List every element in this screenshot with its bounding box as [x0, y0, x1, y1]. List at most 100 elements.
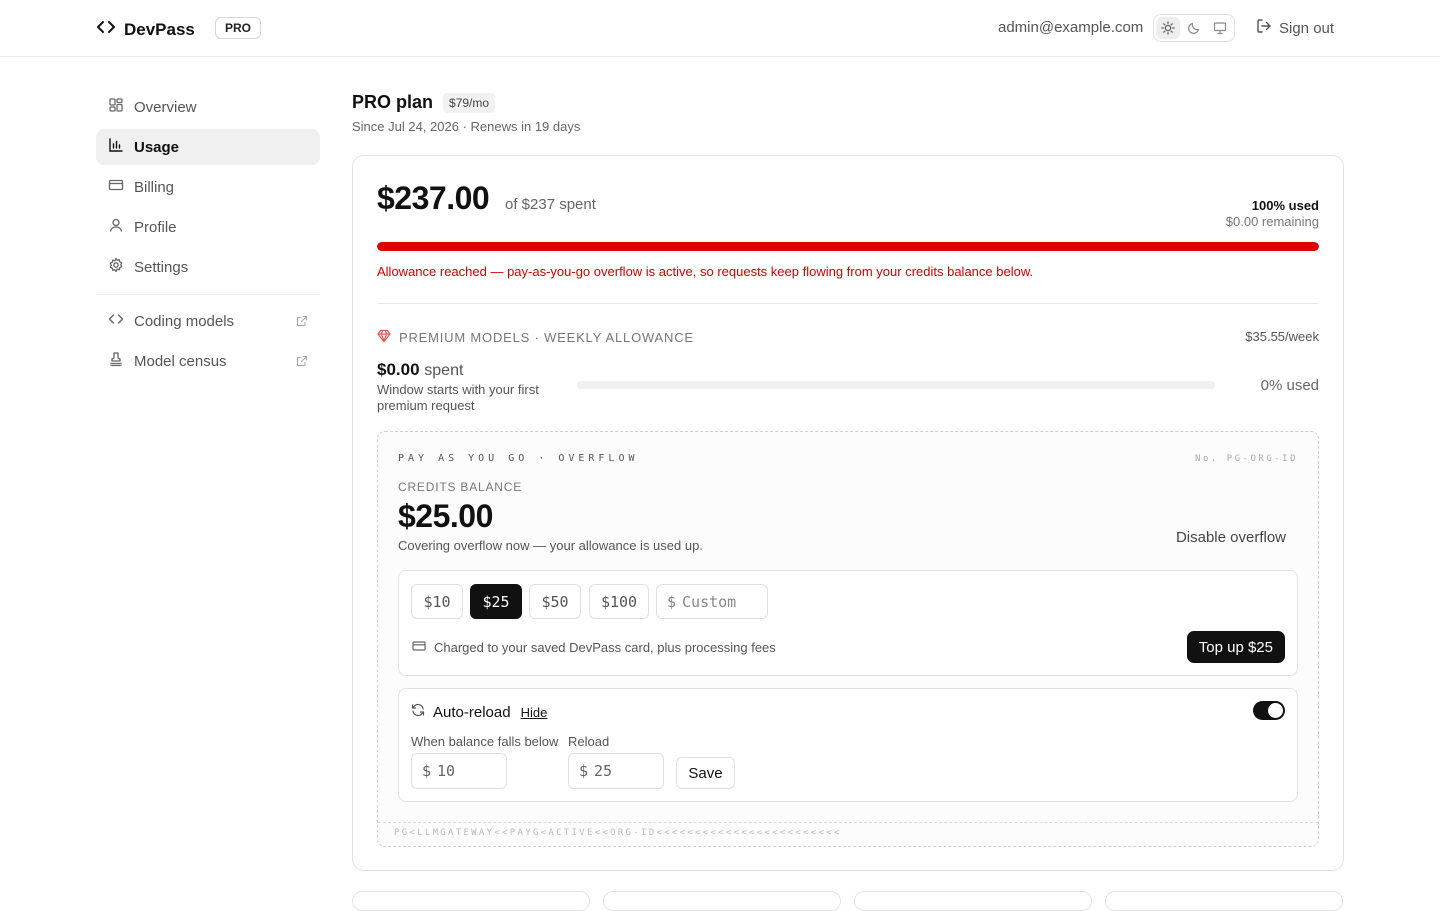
amount-option-100[interactable]: $100	[589, 584, 649, 619]
brand[interactable]: DevPass	[96, 17, 195, 42]
external-link-icon	[296, 314, 308, 331]
code-icon	[96, 17, 116, 42]
threshold-input[interactable]: $ 10	[411, 753, 507, 789]
log-out-icon	[1256, 18, 1272, 38]
auto-reload-panel: Auto-reload Hide When balance falls belo…	[398, 688, 1298, 802]
premium-progress-bar	[577, 381, 1215, 389]
save-button[interactable]: Save	[676, 757, 735, 789]
currency-prefix: $	[422, 762, 432, 780]
machine-readable-strip: PG<LLMGATEWAY<<PAYG<ACTIVE<<ORG-ID<<<<<<…	[378, 822, 1318, 846]
threshold-label: When balance falls below	[411, 734, 559, 749]
payg-heading: PAY AS YOU GO · OVERFLOW	[398, 453, 639, 464]
premium-spent: $0.00 spent	[377, 360, 463, 380]
external-link-icon	[296, 354, 308, 371]
hide-link[interactable]: Hide	[521, 705, 548, 720]
sidebar-item-usage[interactable]: Usage	[96, 129, 320, 165]
sidebar-item-label: Coding models	[134, 312, 235, 330]
top-up-panel: $10 $25 $50 $100 $ Custom Charged to you…	[398, 570, 1298, 676]
sidebar-item-label: Profile	[134, 218, 177, 236]
reload-amount-input[interactable]: $ 25	[568, 753, 664, 789]
sign-out-button[interactable]: Sign out	[1256, 18, 1334, 38]
charged-note-text: Charged to your saved DevPass card, plus…	[434, 640, 776, 655]
divider	[377, 303, 1319, 304]
brand-name: DevPass	[124, 19, 195, 39]
currency-prefix: $	[667, 592, 677, 611]
credits-balance-note: Covering overflow now — your allowance i…	[398, 538, 703, 553]
theme-switcher	[1153, 14, 1235, 42]
gear-icon	[108, 257, 124, 277]
reload-label: Reload	[568, 734, 610, 749]
usage-card: $237.00 of $237 spent 100% used $0.00 re…	[352, 155, 1344, 871]
premium-heading-label: PREMIUM MODELS · WEEKLY ALLOWANCE	[399, 330, 694, 345]
refresh-icon	[411, 703, 425, 721]
currency-prefix: $	[579, 762, 589, 780]
moon-icon[interactable]	[1182, 17, 1206, 39]
sidebar-item-billing[interactable]: Billing	[96, 169, 320, 205]
allowance-warning: Allowance reached — pay-as-you-go overfl…	[377, 264, 1034, 279]
stat-card	[854, 891, 1092, 911]
toggle-knob	[1268, 703, 1283, 718]
auto-reload-toggle[interactable]	[1253, 701, 1285, 720]
premium-used-percent: 0% used	[1260, 377, 1319, 394]
used-percent: 100% used	[1251, 198, 1319, 213]
sidebar-item-label: Overview	[134, 98, 197, 116]
code-icon	[108, 311, 124, 331]
sidebar-item-coding-models[interactable]: Coding models	[96, 303, 320, 339]
premium-spent-word: spent	[424, 362, 464, 379]
stamp-icon	[108, 351, 124, 371]
user-icon	[108, 217, 124, 237]
sidebar-item-label: Settings	[134, 258, 189, 276]
page-title: PRO plan	[352, 92, 434, 112]
premium-heading: PREMIUM MODELS · WEEKLY ALLOWANCE	[377, 329, 694, 346]
sun-icon[interactable]	[1156, 17, 1180, 39]
plan-badge: PRO	[215, 17, 262, 39]
remaining-amount: $0.00 remaining	[1225, 214, 1319, 229]
stat-card	[352, 891, 590, 911]
sidebar-item-label: Billing	[134, 178, 175, 196]
sidebar-item-label: Usage	[134, 138, 180, 156]
top-up-button[interactable]: Top up $25	[1186, 631, 1285, 663]
premium-note: Window starts with your first premium re…	[377, 382, 539, 413]
sidebar-item-model-census[interactable]: Model census	[96, 343, 320, 379]
payg-number: No. PG-ORG-ID	[1195, 454, 1298, 464]
spent-of-label: of $237 spent	[505, 196, 596, 213]
monitor-icon[interactable]	[1208, 17, 1232, 39]
custom-amount-placeholder: Custom	[682, 592, 737, 611]
sidebar-divider	[96, 294, 320, 295]
auto-reload-title: Auto-reload	[433, 703, 511, 721]
plan-subtitle: Since Jul 24, 2026 · Renews in 19 days	[352, 119, 581, 134]
credit-card-icon	[108, 177, 124, 197]
account-email: admin@example.com	[998, 19, 1144, 36]
custom-amount-input[interactable]: $ Custom	[656, 584, 768, 619]
premium-spent-value: $0.00	[377, 360, 420, 379]
sidebar-item-settings[interactable]: Settings	[96, 249, 320, 285]
credits-balance-amount: $25.00	[398, 498, 493, 534]
stat-card	[1105, 891, 1343, 911]
sidebar-item-label: Model census	[134, 352, 227, 370]
stat-card	[603, 891, 841, 911]
charged-note: Charged to your saved DevPass card, plus…	[412, 639, 776, 656]
auto-reload-header: Auto-reload Hide	[411, 703, 547, 721]
amount-option-25[interactable]: $25	[470, 584, 522, 619]
amount-option-50[interactable]: $50	[529, 584, 581, 619]
bar-chart-icon	[108, 137, 124, 157]
sidebar-item-overview[interactable]: Overview	[96, 89, 320, 125]
sidebar: Overview Usage Billing Profile Settings …	[96, 89, 320, 383]
threshold-value: 10	[437, 762, 456, 780]
sign-out-label: Sign out	[1279, 19, 1335, 37]
plan-title-row: PRO plan $79/mo	[352, 92, 496, 113]
amount-option-10[interactable]: $10	[411, 584, 463, 619]
reload-value: 25	[594, 762, 613, 780]
price-badge: $79/mo	[443, 92, 496, 113]
credits-balance-label: CREDITS BALANCE	[398, 480, 523, 494]
usage-progress-bar	[377, 242, 1319, 251]
top-bar: DevPass PRO admin@example.com Sign out	[0, 0, 1440, 57]
premium-rate: $35.55/week	[1245, 329, 1319, 344]
usage-progress-fill	[377, 242, 1319, 251]
spent-amount: $237.00	[377, 180, 490, 216]
disable-overflow-button[interactable]: Disable overflow	[1176, 529, 1286, 546]
payg-panel: PAY AS YOU GO · OVERFLOW No. PG-ORG-ID C…	[377, 431, 1319, 847]
credit-card-icon	[412, 639, 426, 656]
grid-icon	[108, 97, 124, 117]
sidebar-item-profile[interactable]: Profile	[96, 209, 320, 245]
